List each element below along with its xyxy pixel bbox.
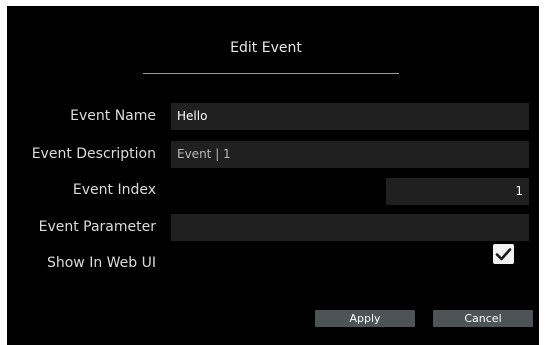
event-description-label: Event Description (31, 146, 156, 162)
dialog-title: Edit Event (230, 40, 302, 56)
title-divider (143, 73, 399, 74)
edit-event-dialog (7, 6, 539, 345)
event-parameter-input[interactable] (171, 214, 529, 241)
event-index-label: Event Index (72, 182, 156, 198)
apply-button[interactable]: Apply (315, 310, 415, 327)
event-parameter-label: Event Parameter (38, 219, 156, 235)
show-in-web-ui-label: Show In Web UI (46, 255, 156, 271)
checkmark-icon (495, 248, 512, 261)
event-name-label: Event Name (70, 108, 156, 124)
event-description-input[interactable]: Event | 1 (171, 141, 529, 168)
event-name-input[interactable]: Hello (171, 103, 529, 130)
event-index-input[interactable]: 1 (386, 178, 529, 205)
show-in-web-ui-checkbox[interactable] (493, 244, 514, 264)
cancel-button[interactable]: Cancel (433, 310, 533, 327)
